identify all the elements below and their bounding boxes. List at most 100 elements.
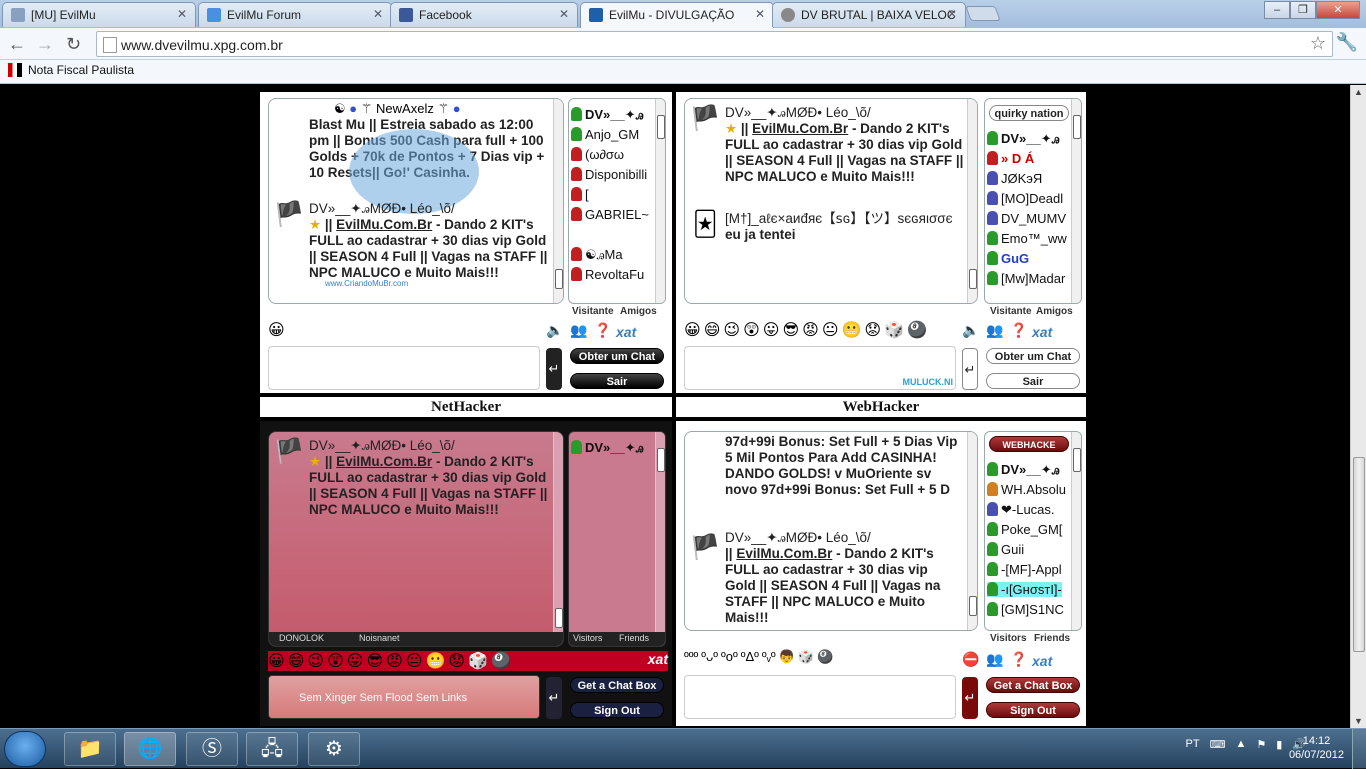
smiley-icon[interactable]: 😛 [347, 651, 364, 671]
show-desktop-button[interactable] [1352, 729, 1366, 769]
language-indicator[interactable]: PT [1186, 738, 1200, 751]
link[interactable]: EvilMu.Com.Br [336, 217, 432, 232]
start-button[interactable] [4, 731, 46, 767]
group-button[interactable]: quirky nation [989, 105, 1069, 121]
exit-button[interactable]: Sign Out [570, 702, 664, 718]
help-icon[interactable]: ❓ [1010, 651, 1027, 668]
get-chat-button[interactable]: Obter um Chat [570, 348, 664, 364]
user-item[interactable]: DV»__✦ꭿ [987, 131, 1060, 147]
tab-visitors[interactable]: Visitors [990, 633, 1027, 644]
scrollbar[interactable] [967, 99, 977, 303]
smiley-icon[interactable]: 😲 [743, 320, 760, 340]
message-input[interactable]: Sem Xinger Sem Flood Sem Links [268, 675, 540, 719]
skype-icon[interactable]: Ⓢ [186, 732, 238, 766]
user-item[interactable]: DV_MUMV [987, 211, 1066, 226]
tab-friends[interactable]: Friends [1034, 633, 1070, 644]
smiley-icon[interactable]: 🎲 [798, 649, 814, 665]
group-icon[interactable]: 👥 [570, 322, 587, 339]
close-icon[interactable]: ✕ [947, 7, 957, 21]
close-icon[interactable]: ✕ [559, 7, 569, 21]
link[interactable]: EvilMu.Com.Br [336, 454, 432, 469]
smiley-icon[interactable]: 😀 [268, 651, 285, 671]
group-icon[interactable]: 👥 [986, 322, 1003, 339]
smiley-icon[interactable]: 😉 [723, 320, 740, 340]
message-input[interactable] [684, 675, 956, 719]
user-item[interactable]: [GM]S1NC [987, 602, 1064, 617]
forward-arrow-icon[interactable]: → [36, 34, 54, 55]
smiley-icon[interactable]: 😟 [864, 320, 881, 340]
user-item[interactable]: Guii [987, 542, 1024, 557]
smiley-icon[interactable]: 😛 [763, 320, 780, 340]
user-item[interactable]: -ı[GнσsтI]- [987, 582, 1062, 597]
block-icon[interactable]: ⛔ [962, 651, 979, 668]
user-item[interactable]: [Mw]Madar [987, 271, 1065, 286]
user-item[interactable]: GuG [987, 251, 1029, 266]
restore-button[interactable]: ❐ [1290, 1, 1316, 19]
user-item[interactable]: Disponibilli [571, 167, 647, 182]
clock[interactable]: 14:12 06/07/2012 [1289, 734, 1344, 762]
scroll-down-icon[interactable]: ▼ [1354, 716, 1363, 726]
scrollbar[interactable] [967, 432, 977, 630]
tab-visitors[interactable]: Visitante [572, 306, 614, 317]
tab-friends[interactable]: Amigos [1036, 306, 1073, 317]
smiley-icon[interactable]: 😐 [406, 651, 423, 671]
face-icon[interactable]: 👦 [779, 649, 795, 665]
close-window-button[interactable]: ✕ [1316, 1, 1360, 19]
address-bar[interactable]: www.dvevilmu.xpg.com.br ☆ [96, 31, 1333, 57]
user-item[interactable]: [ [571, 187, 589, 202]
flag-icon[interactable]: ⚑ [1256, 738, 1266, 751]
scrollbar[interactable] [1071, 432, 1081, 630]
tab-donolok[interactable]: DONOLOK [279, 633, 324, 643]
smiley-icon[interactable]: 😟 [448, 651, 465, 671]
message-input[interactable] [268, 346, 540, 390]
link[interactable]: EvilMu.Com.Br [736, 546, 832, 561]
new-tab-button[interactable] [965, 6, 1001, 21]
user-item[interactable]: Anjo_GM [571, 127, 639, 142]
show-hidden-icons[interactable]: ▲ [1235, 738, 1246, 751]
user-item[interactable]: -[MF]-Appl [987, 562, 1062, 577]
smiley-icon[interactable]: 😎 [366, 651, 383, 671]
tab-evilmu[interactable]: [MU] EvilMu ✕ [2, 2, 196, 27]
tab-visitors[interactable]: Visitante [990, 306, 1032, 317]
scrollbar[interactable] [655, 99, 665, 303]
user-item[interactable]: ☯ꭿMa [571, 247, 623, 263]
user-item[interactable]: RevoltaFu [571, 267, 644, 282]
smiley-icon[interactable]: 😡 [386, 651, 403, 671]
smiley-icon[interactable]: 🎱 [907, 320, 927, 340]
tab-evilmu-forum[interactable]: EvilMu Forum ✕ [198, 2, 392, 27]
smiley-icon[interactable]: 🎲 [468, 651, 488, 671]
scrollbar[interactable] [553, 432, 563, 646]
xat-logo[interactable]: xat [1032, 653, 1052, 669]
send-button[interactable]: ↵ [546, 677, 562, 719]
smiley-icon[interactable]: 😎 [782, 320, 799, 340]
scroll-up-icon[interactable]: ▲ [1354, 87, 1363, 97]
smiley-icon[interactable]: 😄 [704, 320, 721, 340]
help-icon[interactable]: ❓ [1010, 322, 1027, 339]
smiley-icon[interactable]: 😀 [268, 320, 285, 340]
exit-button[interactable]: Sair [986, 373, 1080, 389]
message-input[interactable]: MULUCK.NI [684, 346, 956, 390]
scrollbar[interactable] [553, 99, 563, 303]
chrome-icon[interactable]: 🌐 [124, 732, 176, 766]
tab-facebook[interactable]: Facebook ✕ [390, 2, 578, 27]
smiley-icon[interactable]: 🎱 [491, 651, 511, 671]
user-item[interactable]: GABRIEL~ [571, 207, 649, 222]
close-icon[interactable]: ✕ [177, 7, 187, 21]
tab-friends[interactable]: Amigos [620, 306, 657, 317]
user-item[interactable]: DV»__✦ꭿ [571, 107, 644, 123]
send-button[interactable]: ↵ [546, 348, 562, 390]
user-item[interactable]: (ω∂σω [571, 147, 624, 162]
smiley-icon[interactable]: 😉 [307, 651, 324, 671]
user-item[interactable]: ❤-Lucas. [987, 502, 1055, 518]
user-item[interactable]: » D Á [987, 151, 1034, 166]
face-icon[interactable]: ººº [684, 649, 698, 665]
bookmark-star-icon[interactable]: ☆ [1310, 33, 1326, 54]
sound-icon[interactable]: 🔈 [962, 322, 979, 339]
exit-button[interactable]: Sair [570, 373, 664, 389]
reload-icon[interactable]: ↻ [66, 34, 81, 55]
face-icon[interactable]: ºΔº [741, 649, 759, 665]
exit-button[interactable]: Sign Out [986, 702, 1080, 718]
smiley-icon[interactable]: 😄 [288, 651, 305, 671]
user-item[interactable]: DV»__✦ꭿ [987, 462, 1060, 478]
tab-visitors[interactable]: Visitors [573, 633, 602, 643]
